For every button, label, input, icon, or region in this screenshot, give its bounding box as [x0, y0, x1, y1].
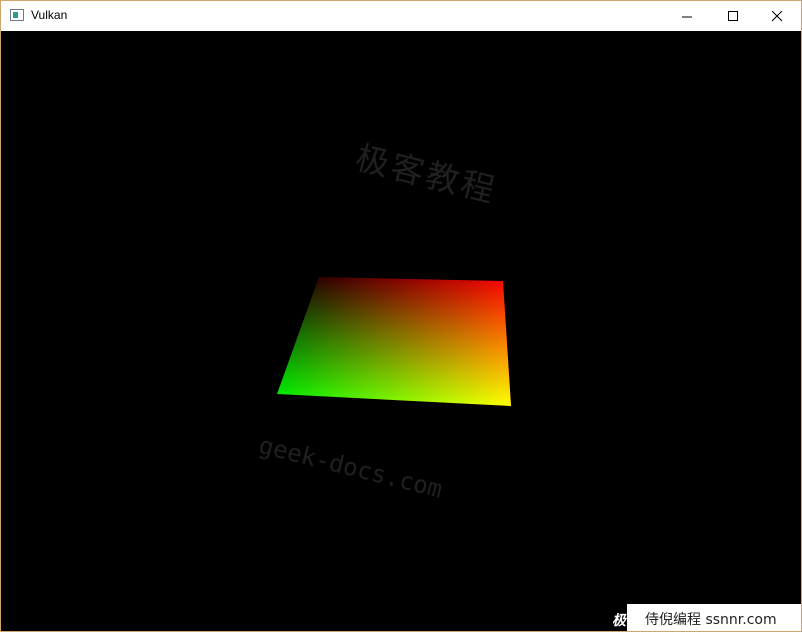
app-window: Vulkan 极客教程 geek-docs.com 极 侍倪编程 ssnnr.c… — [0, 0, 802, 632]
title-bar[interactable]: Vulkan — [1, 1, 801, 31]
minimize-icon — [682, 16, 692, 18]
minimize-button[interactable] — [665, 1, 711, 31]
app-window-icon[interactable] — [10, 9, 24, 21]
window-title: Vulkan — [31, 8, 68, 22]
watermark-logo: 极 — [612, 613, 626, 629]
maximize-button[interactable] — [711, 1, 757, 31]
watermark-badge: 侍倪编程 ssnnr.com — [627, 604, 801, 631]
watermark-badge-text: 侍倪编程 ssnnr.com — [645, 612, 777, 628]
render-viewport[interactable]: 极客教程 geek-docs.com 极 侍倪编程 ssnnr.com — [1, 31, 801, 631]
maximize-icon — [728, 11, 738, 21]
close-button[interactable] — [755, 1, 801, 31]
gradient-quad — [277, 277, 511, 406]
rendered-scene — [277, 277, 511, 406]
close-icon — [772, 11, 783, 22]
